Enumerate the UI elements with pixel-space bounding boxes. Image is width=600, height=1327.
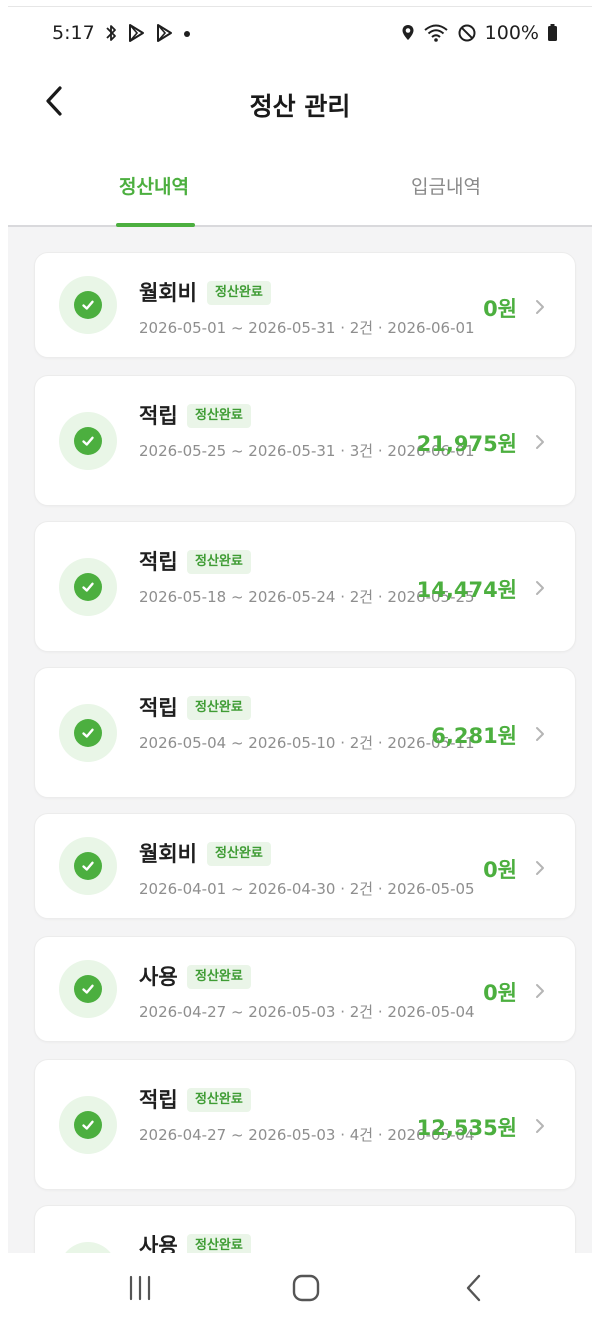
chevron-right-icon (536, 861, 544, 875)
do-not-disturb-icon (457, 23, 477, 43)
settlement-card[interactable]: 적립 정산완료 2026-04-27 ~ 2026-05-03 · 4건 · 2… (34, 1059, 576, 1190)
settlement-card[interactable]: 월회비 정산완료 2026-04-01 ~ 2026-04-30 · 2건 · … (34, 813, 576, 919)
chevron-right-icon (536, 727, 544, 741)
item-title: 월회비 (139, 842, 197, 866)
system-back-button[interactable] (444, 1267, 504, 1313)
item-title: 적립 (139, 404, 178, 428)
item-amount: 0원 (483, 297, 517, 321)
check-circle-icon (59, 704, 117, 762)
item-amount: 14,474원 (416, 578, 517, 602)
page-title: 정산 관리 (249, 92, 351, 121)
item-amount: 0원 (483, 981, 517, 1005)
status-badge: 정산완료 (187, 1088, 251, 1112)
app-screen: 5:17 100% 정산 관리 정산내역 입금내역 월회비 정산완료 2026-… (8, 6, 592, 1254)
check-circle-icon (59, 558, 117, 616)
settlement-card[interactable]: 적립 정산완료 2026-05-25 ~ 2026-05-31 · 3건 · 2… (34, 375, 576, 506)
active-tab-indicator (116, 223, 195, 227)
check-circle-icon (59, 1096, 117, 1154)
item-amount: 12,535원 (416, 1116, 517, 1140)
item-meta: 2026-04-27 ~ 2026-05-03 · 2건 · 2026-05-0… (139, 1003, 475, 1021)
home-button[interactable] (276, 1267, 336, 1313)
status-right: 100% (401, 22, 558, 44)
recent-apps-button[interactable] (110, 1267, 170, 1313)
play-store-icon (155, 23, 173, 43)
system-nav-bar (0, 1253, 600, 1327)
check-circle-icon (59, 412, 117, 470)
status-badge: 정산완료 (187, 404, 251, 428)
tab-settlement-history[interactable]: 정산내역 (8, 145, 300, 225)
item-title: 적립 (139, 696, 178, 720)
status-badge: 정산완료 (187, 550, 251, 574)
play-store-icon (127, 23, 145, 43)
recent-apps-icon (125, 1275, 155, 1305)
item-title: 사용 (139, 1234, 178, 1254)
check-circle-icon (59, 837, 117, 895)
status-badge: 정산완료 (207, 281, 271, 305)
chevron-right-icon (536, 300, 544, 314)
check-circle-icon (59, 960, 117, 1018)
settlement-card[interactable]: 적립 정산완료 2026-05-18 ~ 2026-05-24 · 2건 · 2… (34, 521, 576, 652)
settlement-card[interactable]: 월회비 정산완료 2026-05-01 ~ 2026-05-31 · 2건 · … (34, 252, 576, 358)
status-badge: 정산완료 (207, 842, 271, 866)
battery-icon (547, 23, 558, 43)
item-meta: 2026-05-01 ~ 2026-05-31 · 2건 · 2026-06-0… (139, 319, 475, 337)
item-amount: 6,281원 (431, 724, 517, 748)
status-badge: 정산완료 (187, 965, 251, 989)
bluetooth-icon (105, 23, 117, 43)
wifi-icon (423, 23, 449, 43)
status-left: 5:17 (52, 22, 191, 44)
item-title: 적립 (139, 1088, 178, 1112)
settlement-card[interactable]: 사용 정산완료 (34, 1205, 576, 1254)
notification-dot-icon (183, 23, 191, 43)
item-amount: 0원 (483, 858, 517, 882)
status-badge: 정산완료 (187, 1234, 251, 1254)
settlement-card[interactable]: 사용 정산완료 2026-04-27 ~ 2026-05-03 · 2건 · 2… (34, 936, 576, 1042)
tab-bar: 정산내역 입금내역 (8, 145, 592, 227)
item-amount: 21,975원 (416, 432, 517, 456)
chevron-right-icon (536, 984, 544, 998)
item-meta: 2026-04-01 ~ 2026-04-30 · 2건 · 2026-05-0… (139, 880, 475, 898)
app-header: 정산 관리 (8, 61, 592, 146)
status-time: 5:17 (52, 22, 95, 44)
chevron-right-icon (536, 1119, 544, 1133)
tab-deposit-history[interactable]: 입금내역 (300, 145, 592, 225)
battery-percent: 100% (484, 22, 539, 44)
status-bar: 5:17 100% (8, 7, 592, 61)
item-title: 적립 (139, 550, 178, 574)
back-arrow-icon (464, 1273, 484, 1307)
status-badge: 정산완료 (187, 696, 251, 720)
item-title: 사용 (139, 965, 178, 989)
home-icon (291, 1273, 321, 1307)
location-icon (401, 23, 415, 43)
chevron-right-icon (536, 435, 544, 449)
item-title: 월회비 (139, 281, 197, 305)
item-meta: 2026-05-04 ~ 2026-05-10 · 2건 · 2026-05-1… (139, 734, 475, 752)
check-circle-icon (59, 276, 117, 334)
settlement-card[interactable]: 적립 정산완료 2026-05-04 ~ 2026-05-10 · 2건 · 2… (34, 667, 576, 798)
chevron-right-icon (536, 581, 544, 595)
